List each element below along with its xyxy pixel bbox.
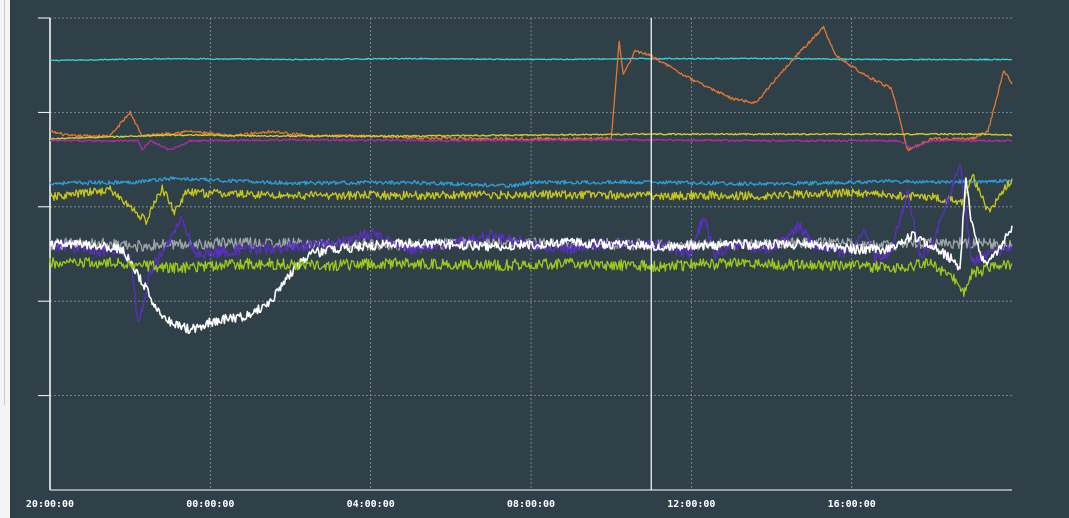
series-line-4 <box>49 138 1013 151</box>
x-tick-label: 12:00:00 <box>667 499 715 510</box>
x-tick-label: 00:00:00 <box>186 499 234 510</box>
x-tick-label: 16:00:00 <box>828 499 876 510</box>
line-chart[interactable]: 20:00:00 00:00:00 04:00:00 08:00:00 12:00:00… <box>0 0 1069 518</box>
x-tick-labels: 20:00:00 00:00:00 04:00:00 08:00:00 12:00:00… <box>26 499 876 510</box>
x-tick-label: 04:00:00 <box>347 499 395 510</box>
x-tick-label: 20:00:00 <box>26 499 74 510</box>
x-tick-label: 08:00:00 <box>507 499 555 510</box>
